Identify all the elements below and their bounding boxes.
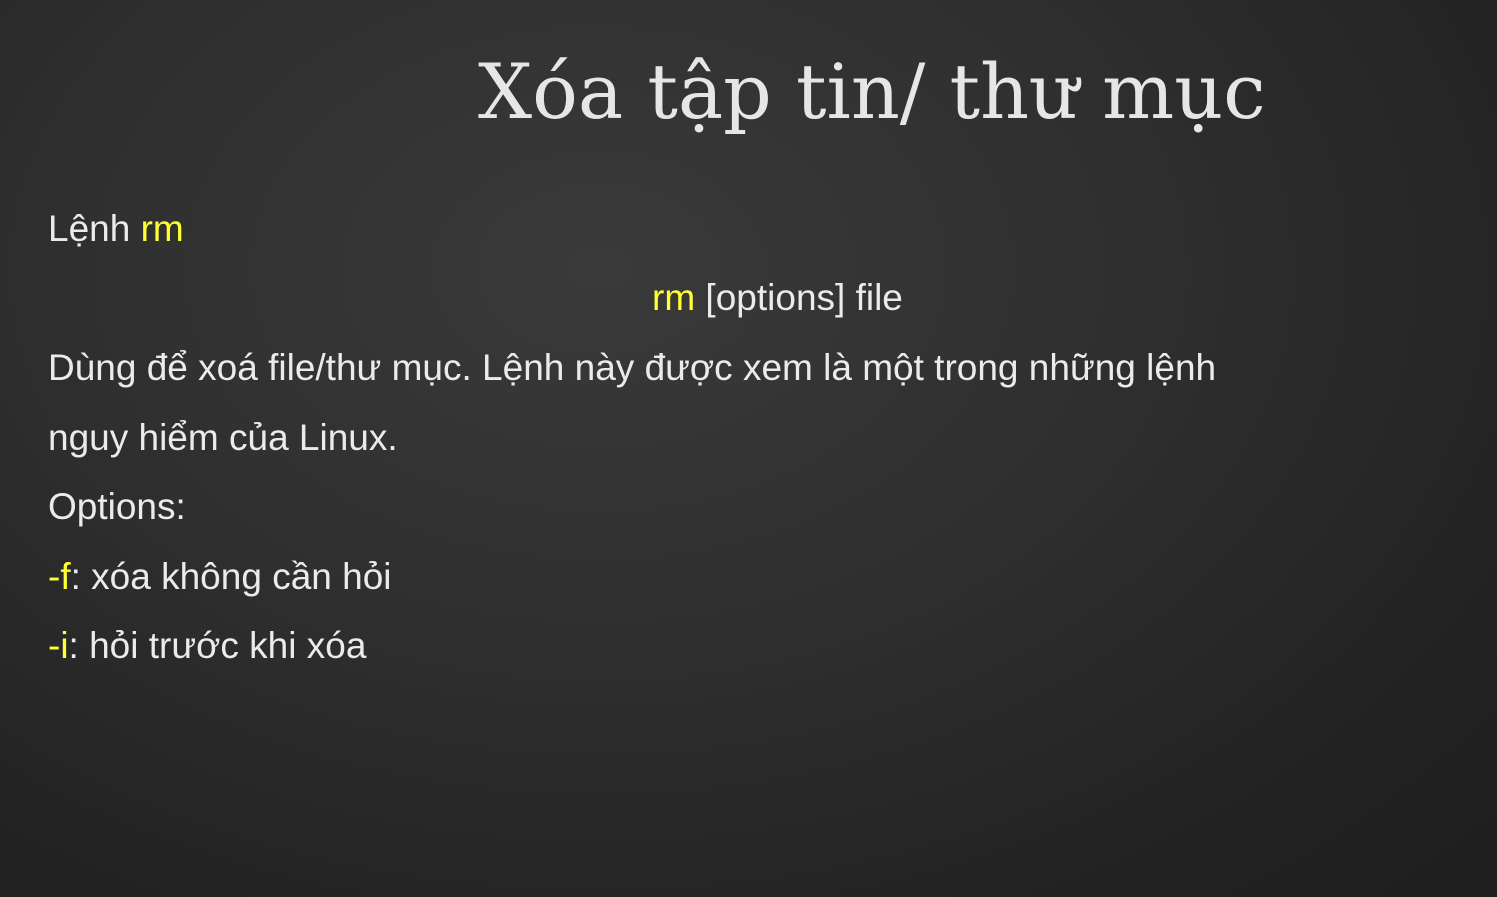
options-label: Options:	[48, 486, 186, 527]
command-heading: Lệnh rm	[48, 207, 184, 251]
command-heading-command: rm	[140, 208, 184, 249]
command-heading-prefix: Lệnh	[48, 208, 141, 249]
option-flag: -f	[48, 556, 71, 597]
syntax-command: rm	[652, 277, 696, 318]
command-syntax: rm [options] file	[652, 276, 903, 320]
syntax-rest: [options] file	[695, 277, 903, 318]
slide-title: Xóa tập tin/ thư mục	[478, 47, 1266, 136]
slide: Xóa tập tin/ thư mục Lệnh rm rm [options…	[0, 0, 1497, 897]
description-line-1: Dùng để xoá file/thư mục. Lệnh này được …	[48, 347, 1217, 388]
description-line-2: nguy hiểm của Linux.	[48, 417, 398, 458]
option-description: : xóa không cần hỏi	[70, 556, 392, 597]
option-flag: -i	[48, 625, 69, 666]
option-item-i: -i: hỏi trước khi xóa	[48, 624, 366, 668]
option-item-f: -f: xóa không cần hỏi	[48, 555, 392, 599]
option-description: : hỏi trước khi xóa	[68, 625, 367, 666]
